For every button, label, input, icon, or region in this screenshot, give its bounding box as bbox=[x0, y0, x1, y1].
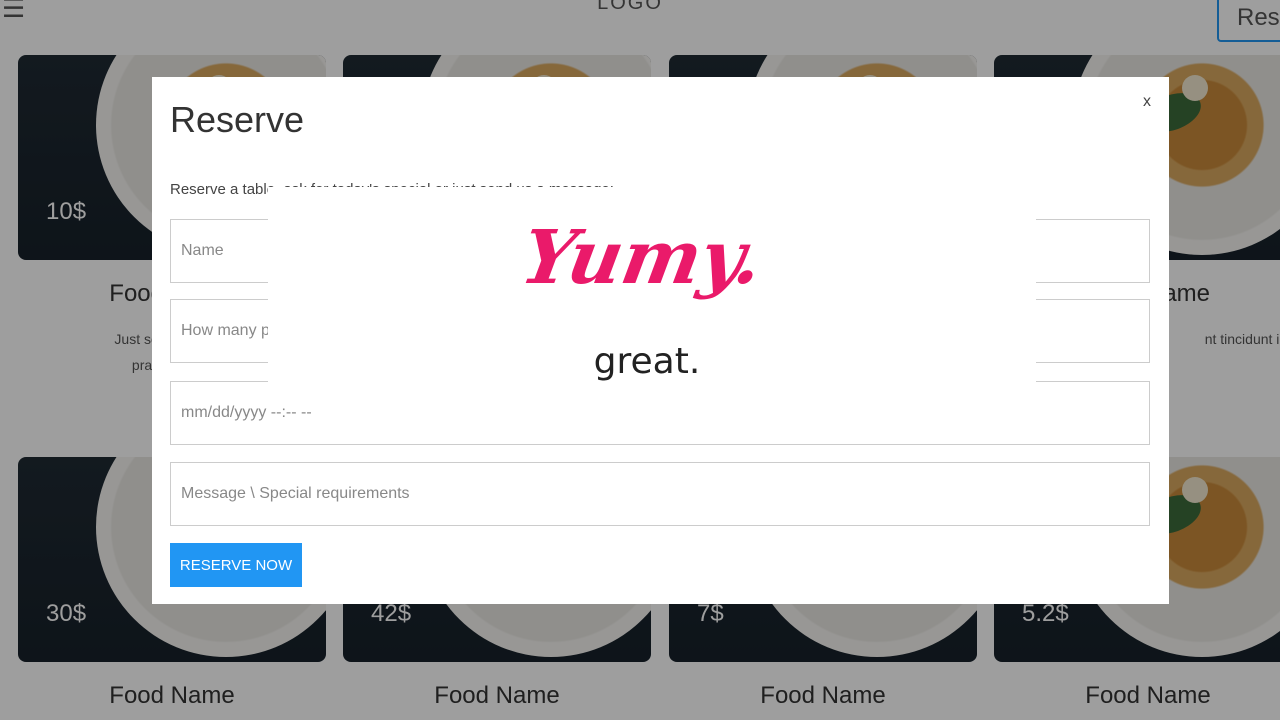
brand-tagline: great. bbox=[593, 341, 701, 382]
close-button[interactable]: x bbox=[1143, 93, 1151, 111]
modal-title: Reserve bbox=[170, 99, 305, 140]
brand-logo: Yumy. bbox=[515, 215, 769, 301]
reserve-now-button[interactable]: RESERVE NOW bbox=[170, 543, 302, 587]
message-input[interactable] bbox=[170, 462, 1150, 526]
brand-splash: Yumy. great. bbox=[268, 187, 1036, 392]
